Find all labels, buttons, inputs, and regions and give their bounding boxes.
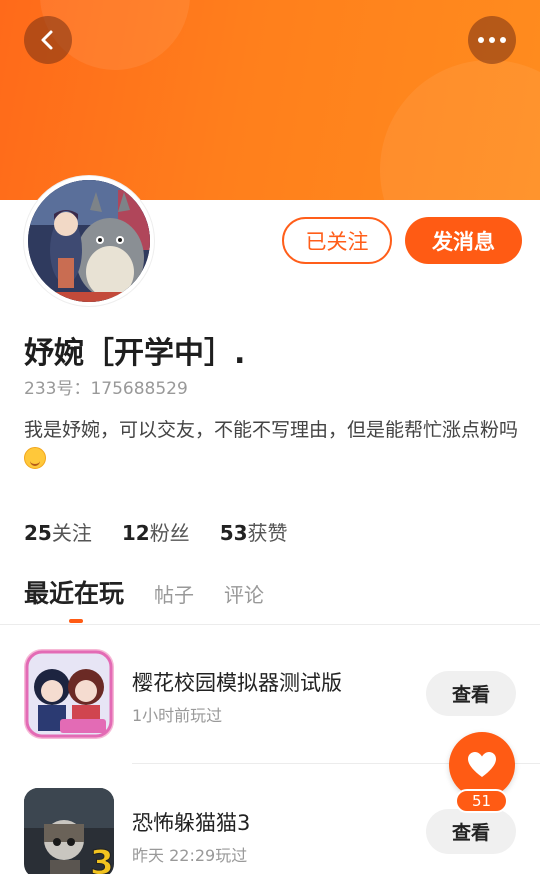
profile-tabs: 最近在玩 帖子 评论	[24, 574, 294, 610]
banner-decoration	[380, 60, 540, 200]
view-button-label: 查看	[451, 822, 490, 844]
more-options-button[interactable]	[468, 16, 516, 64]
tab-recently-played[interactable]: 最近在玩	[24, 574, 124, 610]
followed-button[interactable]: 已关注	[282, 217, 392, 264]
game-list-item[interactable]: 樱花校园模拟器测试版 1小时前玩过 查看	[0, 640, 540, 750]
heart-icon	[468, 752, 496, 777]
stat-following[interactable]: 25关注	[24, 517, 92, 546]
tab-comments[interactable]: 评论	[224, 579, 264, 608]
view-button-label: 查看	[451, 684, 490, 706]
view-game-button[interactable]: 查看	[426, 671, 516, 716]
smile-emoji-icon	[24, 447, 46, 469]
likes-label: 获赞	[247, 521, 288, 545]
send-message-label: 发消息	[432, 229, 495, 254]
game-title: 樱花校园模拟器测试版	[132, 671, 342, 695]
horror-hide-seek-game-icon: 3	[24, 788, 114, 874]
fans-count: 12	[121, 521, 150, 545]
user-id: 233号：175688529	[24, 379, 188, 399]
tabs-divider	[0, 624, 540, 625]
profile-nickname: 妤婉［开学中］.	[24, 336, 246, 371]
game-icon-art	[24, 649, 114, 739]
profile-banner	[0, 0, 540, 200]
send-message-button[interactable]: 发消息	[405, 217, 522, 264]
avatar-image	[28, 180, 150, 302]
game-title: 恐怖躲猫猫3	[132, 811, 251, 835]
more-dot	[500, 37, 506, 43]
active-tab-indicator	[69, 619, 83, 623]
fans-label: 粉丝	[149, 521, 190, 545]
game-last-played: 昨天 22:29玩过	[132, 846, 248, 865]
following-label: 关注	[51, 521, 92, 545]
like-count-badge: 51	[455, 789, 508, 813]
svg-text:3: 3	[90, 843, 114, 874]
game-last-played: 1小时前玩过	[132, 706, 223, 725]
bio-text: 我是妤婉，可以交友，不能不写理由，但是能帮忙涨点粉吗	[24, 419, 519, 441]
back-button[interactable]	[24, 16, 72, 64]
more-dots-icon	[478, 37, 484, 43]
sakura-school-game-icon	[24, 649, 114, 739]
profile-bio: 我是妤婉，可以交友，不能不写理由，但是能帮忙涨点粉吗	[24, 416, 519, 474]
likes-count: 53	[219, 521, 248, 545]
following-count: 25	[24, 521, 52, 545]
stat-fans[interactable]: 12粉丝	[122, 517, 190, 546]
game-icon-art: 3	[24, 788, 114, 874]
tab-posts[interactable]: 帖子	[154, 579, 194, 608]
stat-likes: 53获赞	[220, 517, 288, 546]
chevron-left-icon	[41, 30, 53, 50]
followed-button-label: 已关注	[305, 229, 369, 254]
more-dot	[489, 37, 495, 43]
avatar[interactable]	[24, 176, 154, 306]
view-game-button[interactable]: 查看	[426, 809, 516, 854]
profile-stats: 25关注 12粉丝 53获赞	[24, 517, 318, 546]
